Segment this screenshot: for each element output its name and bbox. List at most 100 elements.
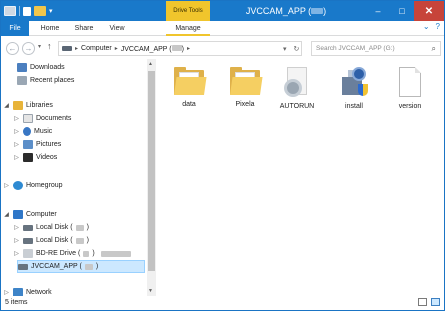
nav-item-videos[interactable]: ▷ Videos	[13, 151, 57, 164]
nav-item-libraries[interactable]: ◢ Libraries	[3, 99, 53, 112]
expand-ribbon-icon[interactable]: ⌄	[423, 22, 430, 31]
navigation-pane: Downloads Recent places ◢ Libraries ▷ Docu…	[1, 59, 147, 296]
expand-icon[interactable]: ▷	[13, 224, 20, 231]
nav-item-label: BD-RE Drive (	[36, 250, 81, 257]
computer-icon	[13, 210, 23, 219]
file-name: data	[182, 101, 196, 108]
ribbon-tabs: File Home Share View Manage ⌄ ?	[1, 21, 444, 36]
expand-icon[interactable]: ▷	[13, 141, 20, 148]
customize-toolbar-icon[interactable]: ▾	[49, 7, 53, 15]
nav-item-documents[interactable]: ▷ Documents	[13, 112, 71, 125]
nav-item-network[interactable]: ▷ Network	[3, 288, 52, 296]
item-count: 5 items	[5, 299, 28, 306]
scroll-down-icon[interactable]: ▼	[148, 288, 153, 294]
drive-icon[interactable]	[4, 6, 16, 16]
title-bar: ▾ Drive Tools JVCCAM_APP () – □ ✕	[1, 1, 444, 21]
nav-item-label: Downloads	[30, 64, 65, 71]
tab-file[interactable]: File	[1, 21, 29, 36]
nav-item-label: Music	[34, 128, 53, 135]
nav-item-bd-drive[interactable]: ▷ BD-RE Drive ()	[13, 247, 131, 260]
nav-item-downloads[interactable]: Downloads	[7, 61, 65, 74]
collapse-icon[interactable]: ◢	[3, 102, 10, 109]
tab-view[interactable]: View	[105, 21, 129, 36]
forward-button[interactable]: →	[22, 42, 35, 55]
file-item-data[interactable]: data	[165, 67, 213, 108]
redacted-letter	[311, 8, 324, 14]
status-bar: 5 items	[1, 296, 444, 310]
recent-locations-icon[interactable]: ▾	[38, 43, 41, 50]
tab-manage[interactable]: Manage	[166, 21, 210, 36]
file-item-autorun[interactable]: AUTORUN	[273, 67, 321, 110]
address-dropdown-icon[interactable]: ▾	[283, 45, 287, 53]
breadcrumb-drive[interactable]: JVCCAM_APP ()	[121, 44, 184, 53]
search-icon[interactable]: ⌕	[432, 44, 436, 54]
nav-item-label: Documents	[36, 115, 72, 122]
details-view-icon[interactable]	[418, 298, 427, 306]
documents-icon	[23, 114, 33, 123]
nav-item-jvccam-app[interactable]: JVCCAM_APP ()	[17, 260, 145, 273]
scroll-up-icon[interactable]: ▲	[148, 61, 153, 67]
nav-item-label: Recent places	[30, 77, 75, 84]
drive-tools-context-label: Drive Tools	[166, 1, 210, 21]
window-controls: – □ ✕	[366, 1, 444, 21]
properties-icon[interactable]	[23, 6, 31, 16]
search-input[interactable]: Search JVCCAM_APP (G:) ⌕	[311, 41, 441, 56]
breadcrumb-computer[interactable]: Computer	[81, 45, 112, 52]
search-placeholder: Search JVCCAM_APP (G:)	[316, 45, 395, 52]
folder-icon	[230, 67, 263, 95]
refresh-icon[interactable]: ↻	[294, 45, 300, 53]
tab-home[interactable]: Home	[37, 21, 63, 36]
file-item-pixela[interactable]: Pixela	[221, 67, 269, 108]
local-disk-icon	[23, 224, 33, 231]
nav-item-label: Computer	[26, 211, 57, 218]
nav-item-local-disk-1[interactable]: ▷ Local Disk ()	[13, 221, 89, 234]
expand-icon[interactable]: ▷	[13, 128, 20, 135]
nav-item-label: Pictures	[36, 141, 62, 148]
back-button[interactable]: ←	[6, 42, 19, 55]
help-icon[interactable]: ?	[436, 22, 440, 31]
videos-icon	[23, 153, 33, 162]
explorer-window: ▾ Drive Tools JVCCAM_APP () – □ ✕ File H…	[0, 0, 445, 311]
nav-item-computer[interactable]: ◢ Computer	[3, 208, 57, 221]
breadcrumb-separator[interactable]: ▸	[187, 45, 190, 52]
expand-icon[interactable]: ▷	[13, 250, 20, 257]
maximize-button[interactable]: □	[390, 1, 414, 21]
nav-item-label-suffix: )	[95, 263, 99, 270]
ribbon-right-controls: ⌄ ?	[423, 22, 440, 31]
scrollbar-thumb[interactable]	[148, 71, 155, 271]
file-item-version[interactable]: version	[386, 67, 434, 110]
file-name: Pixela	[235, 101, 255, 108]
redacted-letter	[171, 44, 182, 51]
new-folder-icon[interactable]	[34, 6, 46, 16]
breadcrumb-separator[interactable]: ▸	[115, 45, 118, 52]
expand-icon[interactable]: ▷	[3, 182, 10, 189]
close-button[interactable]: ✕	[414, 1, 444, 21]
drive-icon	[62, 46, 72, 51]
address-bar[interactable]: ▸ Computer ▸ JVCCAM_APP () ▸	[58, 41, 302, 56]
nav-item-label: Homegroup	[26, 182, 63, 189]
collapse-icon[interactable]: ◢	[3, 211, 10, 218]
toolbar-divider	[19, 6, 20, 16]
nav-item-pictures[interactable]: ▷ Pictures	[13, 138, 61, 151]
breadcrumb-separator[interactable]: ▸	[75, 45, 78, 52]
nav-item-recent-places[interactable]: Recent places	[7, 74, 74, 87]
nav-item-local-disk-2[interactable]: ▷ Local Disk ()	[13, 234, 89, 247]
nav-item-music[interactable]: ▷ Music	[13, 125, 52, 138]
navigation-scrollbar[interactable]: ▲ ▼	[147, 59, 156, 296]
installer-icon	[338, 67, 370, 97]
expand-icon[interactable]: ▷	[3, 289, 10, 296]
redacted-letter	[75, 224, 84, 231]
large-icons-view-icon[interactable]	[431, 298, 440, 306]
expand-icon[interactable]: ▷	[13, 154, 20, 161]
tab-share[interactable]: Share	[71, 21, 97, 36]
file-name: version	[398, 103, 422, 110]
file-item-install[interactable]: install	[330, 67, 378, 110]
file-name: install	[345, 103, 363, 110]
up-button[interactable]: ↑	[47, 41, 52, 51]
nav-item-homegroup[interactable]: ▷ Homegroup	[3, 179, 63, 192]
recent-places-icon	[17, 76, 27, 85]
redacted-letter	[75, 237, 84, 244]
expand-icon[interactable]: ▷	[13, 115, 20, 122]
minimize-button[interactable]: –	[366, 1, 390, 21]
expand-icon[interactable]: ▷	[13, 237, 20, 244]
